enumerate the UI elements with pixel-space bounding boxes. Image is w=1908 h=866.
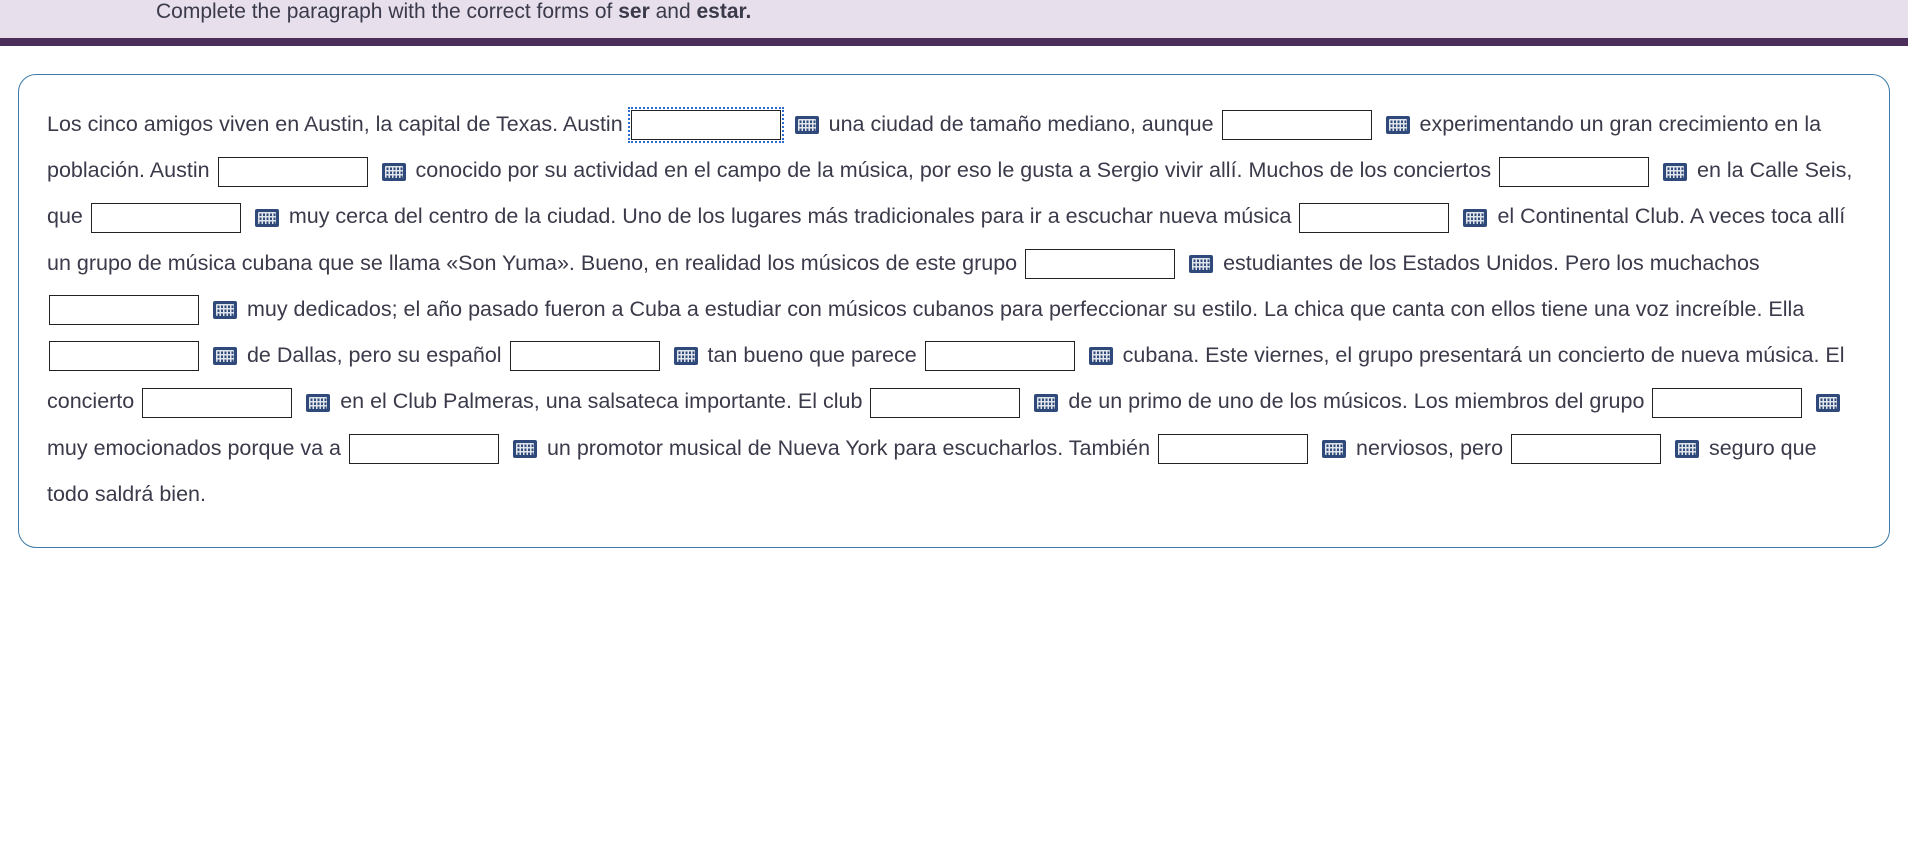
text-segment: Los cinco amigos viven en Austin, la cap… bbox=[47, 112, 623, 136]
keyboard-icon[interactable] bbox=[795, 116, 819, 134]
text-segment: conocido por su actividad en el campo de… bbox=[416, 158, 1498, 182]
text-segment: de Dallas, pero su español bbox=[247, 343, 508, 367]
blank-input-10[interactable] bbox=[510, 341, 660, 371]
blank-input-6[interactable] bbox=[1299, 203, 1449, 233]
keyboard-icon[interactable] bbox=[255, 209, 279, 227]
keyboard-icon[interactable] bbox=[1675, 440, 1699, 458]
keyboard-icon[interactable] bbox=[1322, 440, 1346, 458]
keyboard-icon[interactable] bbox=[213, 347, 237, 365]
exercise-card: Los cinco amigos viven en Austin, la cap… bbox=[18, 74, 1890, 548]
keyboard-icon[interactable] bbox=[382, 163, 406, 181]
instructions-bar: Complete the paragraph with the correct … bbox=[0, 0, 1908, 38]
keyboard-icon[interactable] bbox=[1816, 394, 1840, 412]
exercise-paragraph: Los cinco amigos viven en Austin, la cap… bbox=[47, 101, 1861, 517]
keyboard-icon[interactable] bbox=[1189, 255, 1213, 273]
instructions-bold-estar: estar. bbox=[696, 0, 751, 23]
blank-input-12[interactable] bbox=[142, 388, 292, 418]
text-segment: muy dedicados; el año pasado fueron a Cu… bbox=[247, 297, 1804, 321]
divider-rule bbox=[0, 38, 1908, 46]
text-segment: una ciudad de tamaño mediano, aunque bbox=[829, 112, 1220, 136]
blank-input-15[interactable] bbox=[349, 434, 499, 464]
blank-input-3[interactable] bbox=[218, 157, 368, 187]
text-segment: de un primo de uno de los músicos. Los m… bbox=[1068, 389, 1650, 413]
blank-input-16[interactable] bbox=[1158, 434, 1308, 464]
blank-input-13[interactable] bbox=[870, 388, 1020, 418]
instructions-bold-ser: ser bbox=[618, 0, 650, 23]
blank-input-2[interactable] bbox=[1222, 110, 1372, 140]
blank-input-4[interactable] bbox=[1499, 157, 1649, 187]
text-segment: estudiantes de los Estados Unidos. Pero … bbox=[1223, 251, 1760, 275]
text-segment: en el Club Palmeras, una salsateca impor… bbox=[340, 389, 868, 413]
blank-input-9[interactable] bbox=[49, 341, 199, 371]
blank-input-1[interactable] bbox=[631, 110, 781, 140]
instructions-text-prefix: Complete the paragraph with the correct … bbox=[156, 0, 618, 23]
keyboard-icon[interactable] bbox=[1463, 209, 1487, 227]
instructions-text-mid: and bbox=[650, 0, 697, 23]
keyboard-icon[interactable] bbox=[513, 440, 537, 458]
keyboard-icon[interactable] bbox=[674, 347, 698, 365]
blank-input-14[interactable] bbox=[1652, 388, 1802, 418]
text-segment: un promotor musical de Nueva York para e… bbox=[547, 436, 1156, 460]
keyboard-icon[interactable] bbox=[1089, 347, 1113, 365]
blank-input-11[interactable] bbox=[925, 341, 1075, 371]
blank-input-8[interactable] bbox=[49, 295, 199, 325]
blank-input-7[interactable] bbox=[1025, 249, 1175, 279]
keyboard-icon[interactable] bbox=[213, 301, 237, 319]
keyboard-icon[interactable] bbox=[306, 394, 330, 412]
keyboard-icon[interactable] bbox=[1034, 394, 1058, 412]
text-segment: tan bueno que parece bbox=[708, 343, 923, 367]
text-segment: muy emocionados porque va a bbox=[47, 436, 347, 460]
text-segment: muy cerca del centro de la ciudad. Uno d… bbox=[289, 204, 1298, 228]
blank-input-17[interactable] bbox=[1511, 434, 1661, 464]
keyboard-icon[interactable] bbox=[1663, 163, 1687, 181]
text-segment: nerviosos, pero bbox=[1356, 436, 1509, 460]
keyboard-icon[interactable] bbox=[1386, 116, 1410, 134]
content-wrap: Los cinco amigos viven en Austin, la cap… bbox=[0, 46, 1908, 566]
blank-input-5[interactable] bbox=[91, 203, 241, 233]
